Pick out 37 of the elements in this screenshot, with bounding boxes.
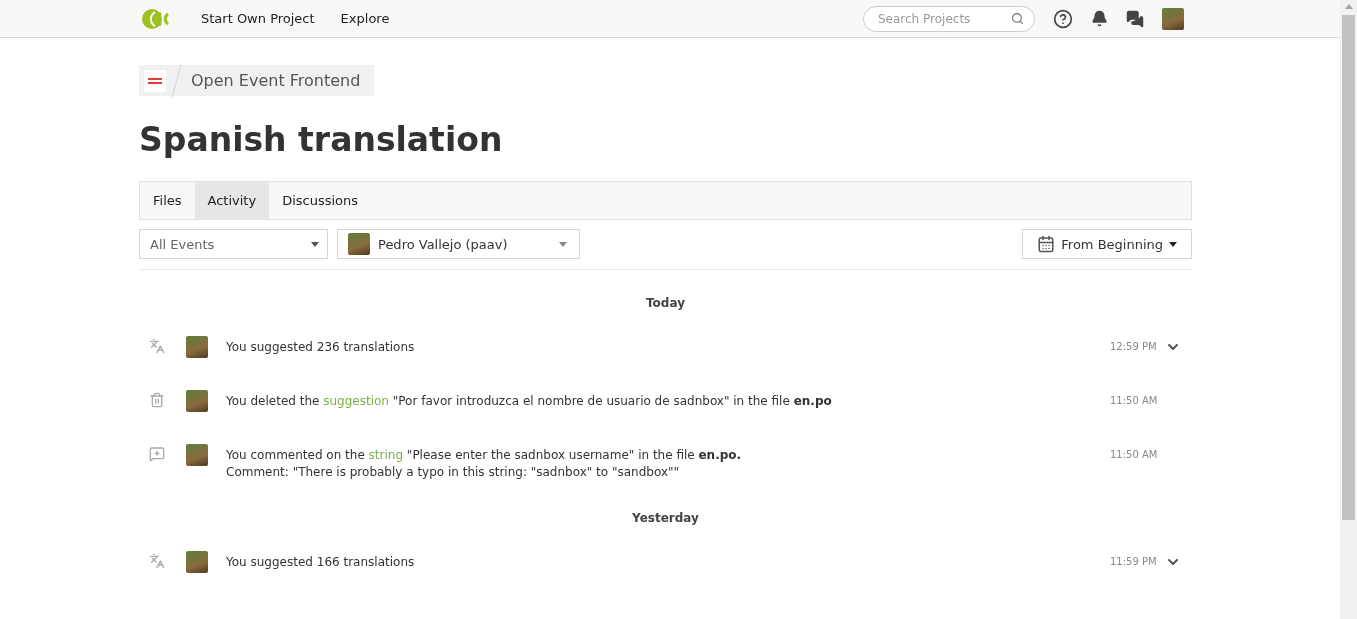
search-field[interactable]: Search Projects: [863, 5, 1035, 32]
project-logo-icon: [144, 69, 166, 92]
day-heading: Today: [645, 296, 686, 310]
avatar: [186, 444, 208, 466]
scrollbar[interactable]: [1340, 0, 1357, 619]
nav-link[interactable]: Start Own Project: [201, 11, 315, 26]
day-heading: Yesterday: [631, 511, 700, 525]
event-text: You suggested 166 translations: [226, 555, 416, 569]
event-time: 11:59 PM: [1110, 556, 1154, 567]
event-text: You suggested 236 translations: [226, 340, 416, 354]
project-name[interactable]: Open Event Frontend: [191, 71, 361, 90]
calendar-icon: [1037, 235, 1056, 253]
comment-text: Comment: "There is probably a typo in this string: "sadnbox" to "sandbox"": [226, 465, 681, 479]
avatar: [186, 390, 208, 412]
search-icon: [1011, 12, 1024, 25]
event-text: You deleted the suggestion "Por favor introduzca el nombre de usuario de sadnbox" in the file en.po: [226, 394, 833, 408]
chat-icon[interactable]: [1126, 9, 1144, 28]
event-time: 12:59 PM: [1110, 341, 1154, 352]
nav-link[interactable]: Explore: [340, 11, 390, 26]
user-dropdown[interactable]: Pedro Vallejo (paav): [337, 229, 580, 259]
search-input[interactable]: Search Projects: [876, 10, 1011, 27]
date-filter-button[interactable]: From Beginning: [1022, 229, 1192, 259]
comment-icon: [149, 446, 165, 462]
user-avatar[interactable]: [1162, 7, 1184, 30]
tab[interactable]: Discussions: [269, 182, 372, 219]
avatar: [186, 551, 208, 573]
trash-icon: [149, 392, 165, 408]
avatar: [186, 336, 208, 358]
help-icon[interactable]: [1053, 8, 1073, 29]
tab[interactable]: Activity: [194, 182, 270, 219]
event-text: You commented on the string "Please enter the sadnbox username" in the file en.po.: [226, 448, 743, 462]
translate-icon: [149, 553, 165, 569]
events-dropdown[interactable]: All Events: [139, 229, 328, 259]
tab[interactable]: Files: [140, 182, 195, 219]
translate-icon: [149, 338, 165, 354]
bell-icon[interactable]: [1091, 10, 1108, 27]
page-title: Spanish translation: [139, 120, 504, 159]
